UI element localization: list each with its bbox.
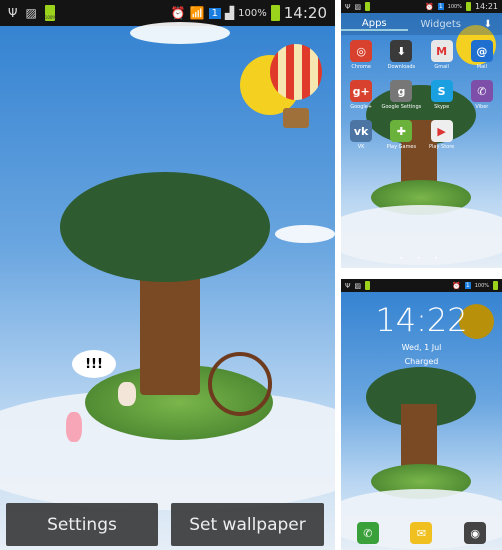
app-glyph-icon: g+: [350, 80, 373, 102]
speech-bubble: !!!: [72, 350, 116, 378]
hot-air-balloon: [270, 44, 322, 100]
page-indicator: • • •: [399, 255, 444, 262]
lock-clock: 14:22: [375, 301, 468, 339]
settings-button[interactable]: Settings: [6, 503, 158, 546]
lock-screen-preview: Ψ ▨ ⏰ 1 100% 14:22 Wed, 1 Jul Charged ✆ ✉…: [341, 279, 502, 550]
tree-crown: [60, 172, 270, 282]
app-glyph-icon: ✆: [470, 80, 493, 102]
app-icon-google-settings[interactable]: g Google Settings: [381, 80, 421, 110]
app-icon-google-[interactable]: g+ Google+: [341, 80, 381, 110]
phone-icon[interactable]: ✆: [356, 522, 379, 544]
lock-date: Wed, 1 Jul: [401, 343, 442, 352]
battery-icon: [465, 2, 471, 11]
battery-icon: [493, 281, 498, 290]
usb-icon: Ψ: [345, 281, 351, 290]
clock: 14:20: [283, 4, 327, 22]
notification-badge: 1: [464, 282, 471, 289]
app-grid: ◎ Chrome ⬇ Downloads M Gmail @ Mail g+ Google+ g Go…: [341, 40, 502, 150]
app-icon-play-games[interactable]: ✚ Play Games: [381, 120, 421, 150]
app-glyph-icon: S: [430, 80, 453, 102]
set-wallpaper-button[interactable]: Set wallpaper: [171, 503, 324, 546]
tab-widgets[interactable]: Widgets: [408, 19, 475, 30]
balloon-basket: [283, 108, 309, 128]
clock: 14:21: [474, 2, 498, 11]
battery-notification-icon: [365, 2, 371, 11]
gallery-icon: ▨: [354, 2, 362, 11]
status-bar: Ψ ▨ ⏰ 1 100% 14:21: [341, 0, 502, 13]
battery-percent: 100%: [447, 3, 462, 10]
app-icon-mail[interactable]: @ Mail: [462, 40, 502, 70]
usb-icon: Ψ: [8, 6, 18, 20]
alarm-icon: ⏰: [425, 2, 434, 11]
app-glyph-icon: M: [430, 40, 453, 62]
battery-notification-icon: 100%: [44, 5, 56, 21]
app-label: Skype: [434, 104, 450, 110]
battery-percent: 100%: [474, 282, 489, 289]
cloud: [130, 22, 230, 44]
app-label: Google Settings: [381, 104, 422, 110]
app-label: Gmail: [434, 64, 449, 70]
cloud: [275, 225, 335, 243]
rabbit-character: [118, 382, 136, 406]
battery-notification-icon: [365, 281, 371, 290]
battery-percent: 100%: [238, 7, 267, 19]
app-icon-vk[interactable]: vk VK: [341, 120, 381, 150]
app-glyph-icon: vk: [350, 120, 373, 142]
app-label: Play Games: [386, 144, 417, 150]
notification-badge: 1: [208, 7, 221, 19]
battery-icon: [270, 5, 280, 21]
app-glyph-icon: ✚: [390, 120, 413, 142]
app-label: Downloads: [387, 64, 416, 70]
download-icon[interactable]: ⬇: [474, 19, 502, 30]
app-drawer-preview: Ψ ▨ ⏰ 1 100% 14:21 Apps Widgets ⬇ ◎ Chrom…: [341, 0, 502, 268]
app-icon-chrome[interactable]: ◎ Chrome: [341, 40, 381, 70]
app-glyph-icon: ⬇: [390, 40, 413, 62]
notification-badge: 1: [437, 3, 444, 10]
app-glyph-icon: @: [470, 40, 493, 62]
app-label: Google+: [350, 104, 373, 110]
app-label: VK: [357, 144, 365, 150]
alarm-icon: ⏰: [170, 6, 186, 20]
drawer-tabs: Apps Widgets ⬇: [341, 13, 502, 35]
app-icon-downloads[interactable]: ⬇ Downloads: [381, 40, 421, 70]
email-icon[interactable]: ✉: [410, 522, 433, 544]
app-glyph-icon: g: [390, 80, 413, 102]
gallery-icon: ▨: [25, 6, 37, 20]
app-icon-viber[interactable]: ✆ Viber: [462, 80, 502, 110]
girl-character: [66, 412, 82, 442]
charge-status: Charged: [404, 357, 439, 366]
usb-icon: Ψ: [345, 2, 351, 11]
app-label: Mail: [476, 64, 487, 70]
alarm-icon: ⏰: [452, 281, 461, 290]
wifi-icon: 📶: [189, 6, 205, 20]
wallpaper-preview: Ψ ▨ 100% ⏰ 📶 1 ▟ 100% 14:20 !!! Settings…: [0, 0, 335, 550]
app-glyph-icon: ▶: [430, 120, 453, 142]
app-label: Viber: [475, 104, 489, 110]
water-wheel: [208, 352, 272, 416]
tab-apps[interactable]: Apps: [341, 18, 408, 31]
app-glyph-icon: ◎: [350, 40, 373, 62]
status-bar: Ψ ▨ ⏰ 1 100%: [341, 279, 502, 292]
gallery-icon: ▨: [354, 281, 362, 290]
app-icon-gmail[interactable]: M Gmail: [422, 40, 462, 70]
camera-icon[interactable]: ◉: [464, 522, 487, 544]
lock-dock: ✆ ✉ ◉: [341, 522, 502, 546]
app-icon-play-store[interactable]: ▶ Play Store: [422, 120, 462, 150]
app-label: Play Store: [429, 144, 455, 150]
app-label: Chrome: [351, 64, 371, 70]
signal-icon: ▟: [224, 6, 235, 20]
app-icon-skype[interactable]: S Skype: [422, 80, 462, 110]
